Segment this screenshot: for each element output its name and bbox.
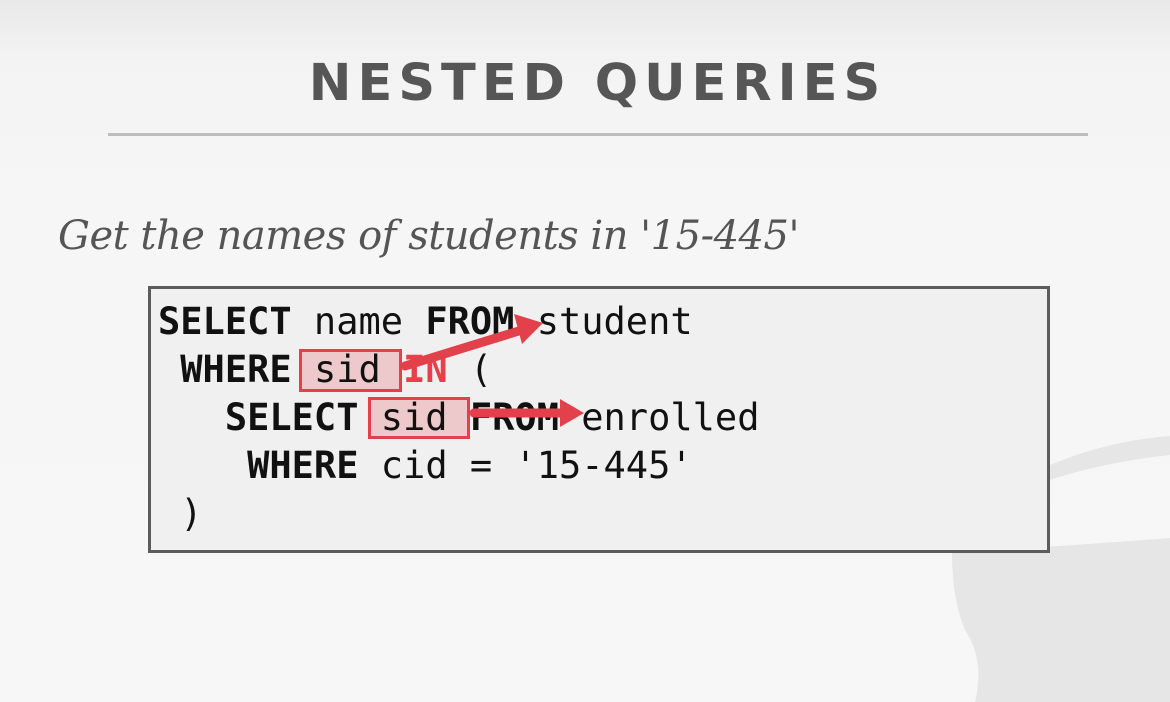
slide-subtitle: Get the names of students in '15-445': [58, 213, 799, 259]
code-text: cid = '15-445': [358, 444, 693, 487]
keyword-from: FROM: [425, 300, 515, 343]
keyword-select: SELECT: [224, 396, 359, 439]
code-line-5: ): [158, 490, 203, 538]
code-line-4: WHERE cid = '15-445': [158, 442, 693, 490]
code-text: name: [291, 300, 426, 343]
keyword-select: SELECT: [158, 300, 292, 343]
table-name-enrolled: enrolled: [558, 396, 760, 439]
code-text: ): [158, 492, 203, 535]
slide: NESTED QUERIES Get the names of students…: [0, 0, 1170, 702]
keyword-where: WHERE: [247, 444, 359, 487]
code-text: sid: [358, 396, 470, 439]
keyword-in: IN: [403, 348, 448, 391]
title-divider: [108, 133, 1088, 136]
code-line-3: SELECT sid FROM enrolled: [158, 394, 760, 442]
table-name-student: student: [514, 300, 693, 343]
code-line-1: SELECT name FROM student: [158, 298, 693, 346]
keyword-where: WHERE: [180, 348, 292, 391]
code-text: (: [447, 348, 493, 391]
code-text: sid: [291, 348, 404, 391]
code-line-2: WHERE sid IN (: [158, 346, 492, 394]
keyword-from: FROM: [469, 396, 559, 439]
slide-title: NESTED QUERIES: [308, 54, 887, 113]
